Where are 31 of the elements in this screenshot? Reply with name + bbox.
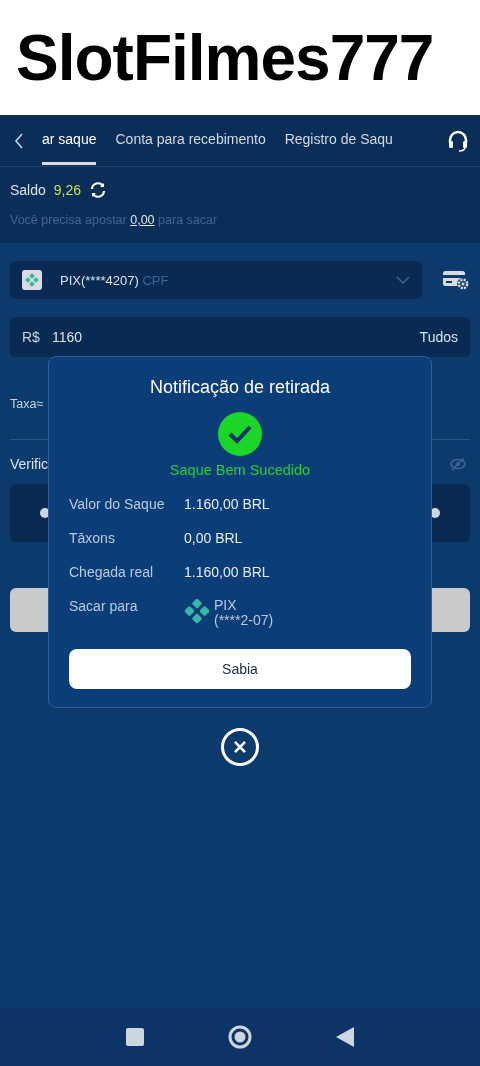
verify-label: Verific — [10, 456, 49, 472]
detail-value: 1.160,00 BRL — [184, 496, 271, 512]
status-text: Saque Bem Sucedido — [169, 462, 311, 478]
refresh-icon[interactable] — [89, 181, 108, 199]
back-triangle-icon[interactable] — [336, 1027, 354, 1047]
detail-label: Valor do Saque — [69, 496, 166, 512]
detail-value: PIX (****2-07) — [214, 598, 274, 628]
wager-hint: Você precisa apostar 0,00 para sacar — [10, 213, 219, 227]
check-circle-icon — [218, 412, 262, 456]
detail-label: Chegada real — [69, 564, 155, 580]
tab[interactable]: Conta para recebimento — [115, 115, 266, 165]
detail-value: 0,00 BRL — [184, 530, 244, 546]
card-settings-icon[interactable] — [442, 269, 470, 291]
banner-title: SlotFilmes777 — [16, 20, 434, 95]
close-icon[interactable] — [221, 728, 259, 766]
detail-label: Sacar para — [69, 598, 139, 616]
detail-label: Tāxons — [69, 530, 116, 546]
detail-value: 1.160,00 BRL — [184, 564, 271, 580]
account-select[interactable]: PIX(****4207) CPF — [10, 261, 422, 299]
balance-label: Saldo — [10, 182, 46, 198]
pix-icon — [184, 598, 210, 624]
pix-icon — [22, 270, 42, 290]
balance-value: 9,26 — [53, 182, 82, 198]
home-icon[interactable] — [228, 1025, 252, 1049]
fee-label: Taxa≈ — [10, 397, 45, 411]
dialog-title: Notificação de retirada — [149, 377, 331, 398]
confirm-button[interactable]: Sabia — [69, 649, 411, 690]
all-button[interactable]: Tudos — [419, 329, 458, 345]
amount-field[interactable]: R$ 1160 Tudos — [10, 317, 470, 357]
tab[interactable]: Registro de Saqu — [284, 115, 393, 165]
chevron-down-icon — [396, 276, 410, 284]
